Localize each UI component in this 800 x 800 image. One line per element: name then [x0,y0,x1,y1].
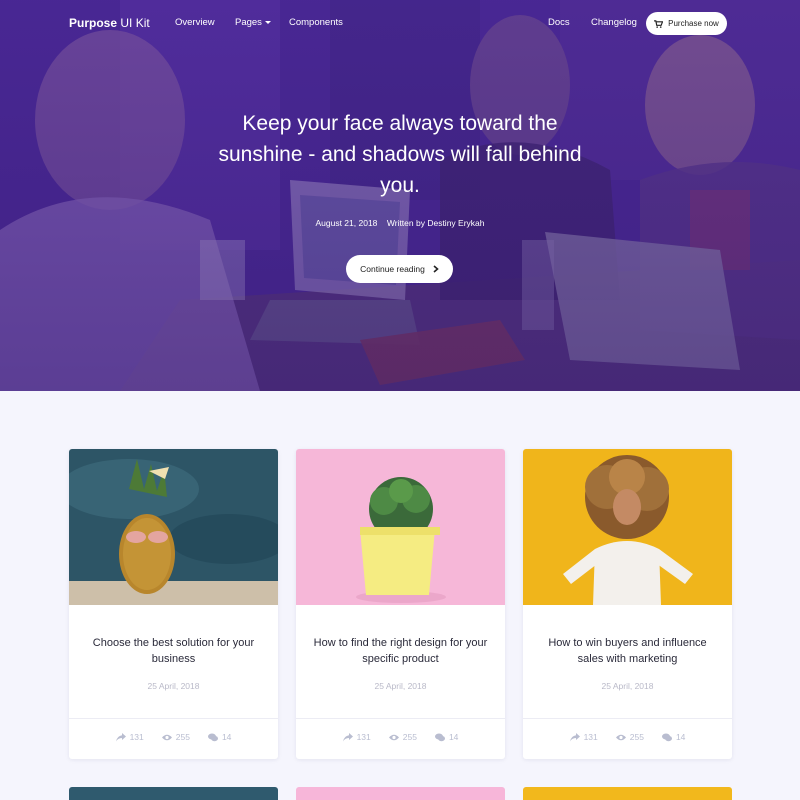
blog-card[interactable]: How to find the right design for your sp… [296,449,505,759]
eye-icon [615,734,626,740]
continue-reading-button[interactable]: Continue reading [346,255,453,283]
card-date: 25 April, 2018 [374,681,427,691]
brand-logo[interactable]: Purpose UI Kit [69,16,150,30]
hero-date: August 21, 2018 [315,218,378,228]
share-icon [342,732,353,741]
hero-author: Written by Destiny Erykah [386,218,485,228]
comments-stat[interactable]: 14 [434,732,458,742]
hero-title: Keep your face always toward the sunshin… [218,112,582,197]
hero-meta: August 21, 2018 Written by Destiny Eryka… [200,218,600,228]
comments-icon [207,733,218,741]
card-divider [523,718,732,719]
views-stat[interactable]: 255 [388,732,417,742]
card-divider [296,718,505,719]
views-stat[interactable]: 255 [161,732,190,742]
card-stats: 131 255 14 [296,732,505,742]
eye-icon [161,734,172,740]
curly-hair-woman-image [523,449,732,605]
nav-link-docs[interactable]: Docs [548,17,570,28]
blog-card-partial[interactable] [69,787,278,800]
comments-stat[interactable]: 14 [207,732,231,742]
comments-stat[interactable]: 14 [661,732,685,742]
pineapple-sunglasses-image [69,449,278,605]
purchase-now-label: Purchase now [668,19,719,28]
nav-link-overview[interactable]: Overview [175,17,215,28]
continue-reading-label: Continue reading [360,264,425,274]
cart-icon [654,19,664,28]
share-stat[interactable]: 131 [342,732,371,742]
share-icon [569,732,580,741]
comments-icon [661,733,672,741]
card-title[interactable]: Choose the best solution for your busine… [84,635,263,667]
purchase-now-button[interactable]: Purchase now [646,12,727,35]
blog-card-partial[interactable] [523,787,732,800]
chevron-right-icon [433,265,439,273]
card-date: 25 April, 2018 [601,681,654,691]
card-date: 25 April, 2018 [147,681,200,691]
nav-link-components[interactable]: Components [289,17,343,28]
share-stat[interactable]: 131 [569,732,598,742]
top-navbar: Purpose UI Kit Overview Pages Components… [0,0,800,46]
share-stat[interactable]: 131 [115,732,144,742]
card-divider [69,718,278,719]
nav-link-pages[interactable]: Pages [235,17,271,28]
comments-icon [434,733,445,741]
nav-link-changelog[interactable]: Changelog [591,17,637,28]
card-title[interactable]: How to find the right design for your sp… [311,635,490,667]
eye-icon [388,734,399,740]
potted-plant-image [296,449,505,605]
card-stats: 131 255 14 [69,732,278,742]
blog-card-partial[interactable] [296,787,505,800]
blog-card[interactable]: Choose the best solution for your busine… [69,449,278,759]
share-icon [115,732,126,741]
caret-down-icon [264,20,271,24]
card-stats: 131 255 14 [523,732,732,742]
card-title[interactable]: How to win buyers and influence sales wi… [538,635,717,667]
blog-card[interactable]: How to win buyers and influence sales wi… [523,449,732,759]
views-stat[interactable]: 255 [615,732,644,742]
